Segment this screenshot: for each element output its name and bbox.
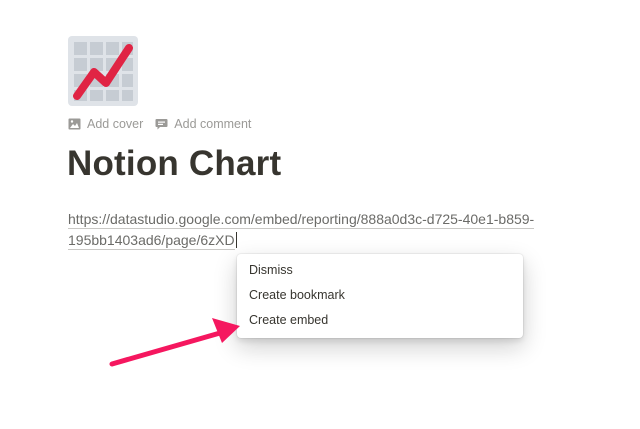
paste-options-menu: Dismiss Create bookmark Create embed xyxy=(237,254,523,338)
arrow-shaft xyxy=(109,330,223,367)
add-cover-button[interactable]: Add cover xyxy=(68,117,143,131)
text-caret xyxy=(235,232,237,248)
page-controls: Add cover Add comment xyxy=(68,117,251,131)
pasted-url-line-1[interactable]: https://datastudio.google.com/embed/repo… xyxy=(68,211,535,229)
create-embed-menu-item[interactable]: Create embed xyxy=(237,308,523,333)
create-bookmark-menu-item[interactable]: Create bookmark xyxy=(237,283,523,308)
page-title[interactable]: Notion Chart xyxy=(67,142,281,186)
image-icon xyxy=(68,118,81,130)
pasted-url-block[interactable]: https://datastudio.google.com/embed/repo… xyxy=(68,209,568,251)
chart-increasing-emoji-icon xyxy=(68,36,138,106)
add-comment-label: Add comment xyxy=(174,117,252,131)
add-comment-button[interactable]: Add comment xyxy=(155,117,251,131)
page-icon[interactable] xyxy=(68,36,138,106)
pasted-url-line-2[interactable]: 195bb1403ad6/page/6zXD xyxy=(68,232,235,250)
add-cover-label: Add cover xyxy=(87,117,144,131)
comment-icon xyxy=(155,119,168,130)
arrow-head xyxy=(212,318,240,343)
dismiss-menu-item[interactable]: Dismiss xyxy=(237,258,523,283)
